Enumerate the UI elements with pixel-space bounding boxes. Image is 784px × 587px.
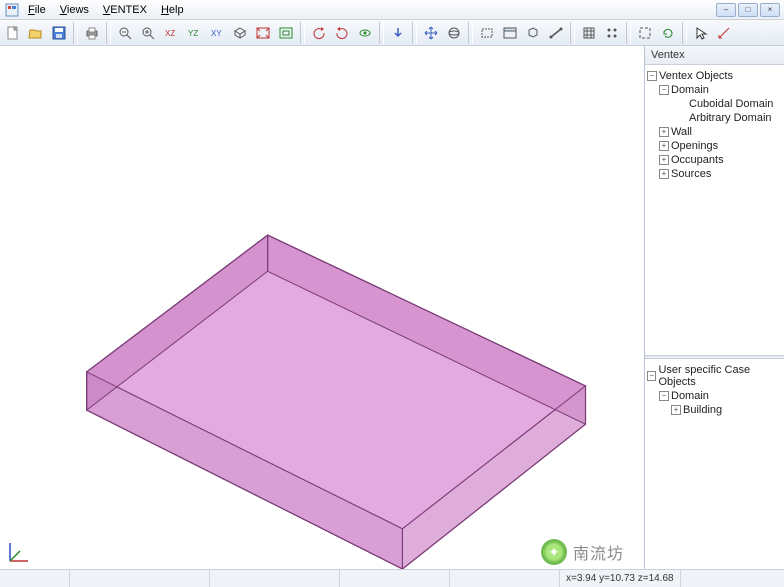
crop-icon[interactable]	[634, 22, 656, 44]
expand-icon[interactable]: +	[659, 127, 669, 137]
open-icon[interactable]	[25, 22, 47, 44]
case-objects-tree[interactable]: −User specific Case Objects −Domain +Bui…	[645, 359, 784, 569]
tree-wall[interactable]: Wall	[671, 126, 692, 138]
refresh-icon[interactable]	[657, 22, 679, 44]
status-seg	[210, 570, 340, 587]
axis-gizmo-icon	[6, 537, 34, 565]
magnify-plus-icon[interactable]	[137, 22, 159, 44]
select-face-icon[interactable]	[522, 22, 544, 44]
toolbar-sep	[73, 22, 78, 44]
measure-icon[interactable]	[713, 22, 735, 44]
expand-icon[interactable]: +	[659, 169, 669, 179]
view-iso-icon[interactable]	[229, 22, 251, 44]
workspace: ✦ 南流坊 Ventex −Ventex Objects −Domain Cub…	[0, 46, 784, 569]
tree-domain[interactable]: Domain	[671, 84, 709, 96]
collapse-icon[interactable]: −	[659, 85, 669, 95]
save-icon[interactable]	[48, 22, 70, 44]
collapse-icon[interactable]: −	[647, 71, 657, 81]
tree-sources[interactable]: Sources	[671, 168, 711, 180]
collapse-icon[interactable]: −	[647, 371, 656, 381]
status-seg	[681, 570, 784, 587]
select-rect-icon[interactable]	[476, 22, 498, 44]
menubar: File Views VENTEX Help – □ ×	[0, 0, 784, 20]
close-button[interactable]: ×	[760, 3, 780, 17]
window-controls: – □ ×	[716, 3, 780, 17]
fit-view-icon[interactable]	[252, 22, 274, 44]
expand-icon[interactable]: +	[659, 155, 669, 165]
snap-icon[interactable]	[601, 22, 623, 44]
toolbar-sep	[468, 22, 473, 44]
tree-openings[interactable]: Openings	[671, 140, 718, 152]
toolbar: XZ YZ XY	[0, 20, 784, 46]
tree-case-domain[interactable]: Domain	[671, 390, 709, 402]
toolbar-sep	[300, 22, 305, 44]
toolbar-sep	[570, 22, 575, 44]
toolbar-sep	[682, 22, 687, 44]
grid-icon[interactable]	[578, 22, 600, 44]
orbit-icon[interactable]	[354, 22, 376, 44]
toolbar-sep	[626, 22, 631, 44]
rotate-3d-icon[interactable]	[443, 22, 465, 44]
menu-file[interactable]: File	[22, 2, 52, 18]
toolbar-sep	[412, 22, 417, 44]
tree-case-root[interactable]: User specific Case Objects	[658, 364, 782, 388]
menu-views[interactable]: Views	[54, 2, 95, 18]
svg-text:XZ: XZ	[165, 29, 175, 38]
expand-icon[interactable]: +	[671, 405, 681, 415]
panel-title: Ventex	[645, 46, 784, 65]
object-tree[interactable]: −Ventex Objects −Domain Cuboidal Domain …	[645, 65, 784, 355]
rotate-right-icon[interactable]	[331, 22, 353, 44]
minimize-button[interactable]: –	[716, 3, 736, 17]
watermark: ✦ 南流坊	[541, 539, 624, 565]
select-edge-icon[interactable]	[545, 22, 567, 44]
watermark-icon: ✦	[541, 539, 567, 565]
collapse-icon[interactable]: −	[659, 391, 669, 401]
print-icon[interactable]	[81, 22, 103, 44]
select-window-icon[interactable]	[499, 22, 521, 44]
svg-text:XY: XY	[211, 29, 222, 38]
tree-building[interactable]: Building	[683, 404, 722, 416]
view-xy-icon[interactable]: XY	[206, 22, 228, 44]
tree-arbitrary[interactable]: Arbitrary Domain	[689, 112, 772, 124]
status-seg	[450, 570, 560, 587]
status-seg	[0, 570, 70, 587]
tree-root[interactable]: Ventex Objects	[659, 70, 733, 82]
zoom-window-icon[interactable]	[275, 22, 297, 44]
view-xz-icon[interactable]: XZ	[160, 22, 182, 44]
tree-occupants[interactable]: Occupants	[671, 154, 724, 166]
maximize-button[interactable]: □	[738, 3, 758, 17]
svg-text:YZ: YZ	[188, 29, 198, 38]
rotate-left-icon[interactable]	[308, 22, 330, 44]
status-coords: x=3.94 y=10.73 z=14.68	[560, 570, 681, 587]
menu-help[interactable]: Help	[155, 2, 190, 18]
status-seg	[340, 570, 450, 587]
menu-ventex[interactable]: VENTEX	[97, 2, 153, 18]
toolbar-sep	[106, 22, 111, 44]
status-seg	[70, 570, 210, 587]
move-icon[interactable]	[420, 22, 442, 44]
toolbar-sep	[379, 22, 384, 44]
cuboid-domain-shape	[0, 46, 644, 569]
watermark-text: 南流坊	[573, 540, 624, 564]
viewport-3d[interactable]: ✦ 南流坊	[0, 46, 644, 569]
view-yz-icon[interactable]: YZ	[183, 22, 205, 44]
side-panel: Ventex −Ventex Objects −Domain Cuboidal …	[644, 46, 784, 569]
magnify-minus-icon[interactable]	[114, 22, 136, 44]
statusbar: x=3.94 y=10.73 z=14.68	[0, 569, 784, 587]
pointer-icon[interactable]	[690, 22, 712, 44]
new-icon[interactable]	[2, 22, 24, 44]
tree-cuboidal[interactable]: Cuboidal Domain	[689, 98, 773, 110]
expand-icon[interactable]: +	[659, 141, 669, 151]
app-icon	[4, 2, 20, 18]
down-arrow-icon[interactable]	[387, 22, 409, 44]
